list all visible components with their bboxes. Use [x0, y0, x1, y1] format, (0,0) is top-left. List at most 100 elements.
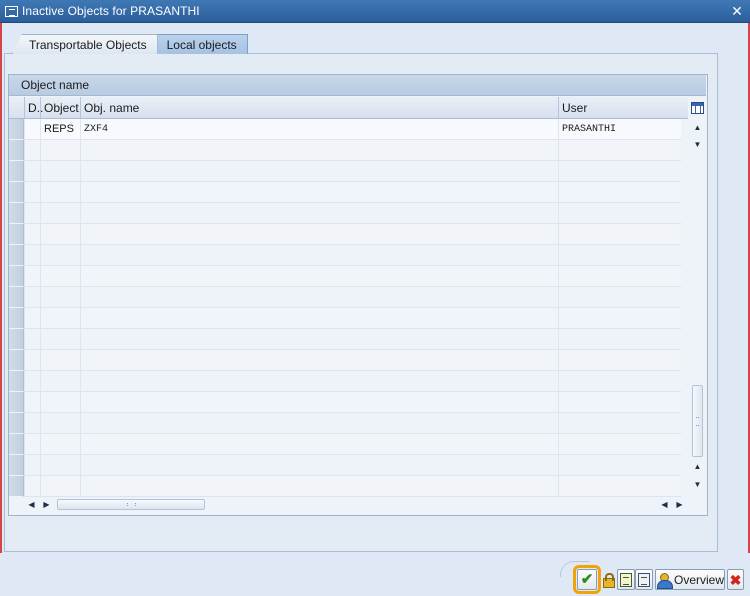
column-header-object[interactable]: Object	[40, 97, 80, 119]
table-cell	[558, 245, 681, 266]
table-cell	[558, 476, 681, 497]
cell-d	[24, 119, 40, 140]
checkmark-icon: ✔	[580, 571, 594, 588]
cell-object: REPS	[40, 119, 80, 140]
row-selector[interactable]	[9, 245, 24, 266]
table-cell	[40, 413, 80, 434]
table-cell	[24, 140, 40, 161]
table-row[interactable]	[9, 329, 681, 350]
document-list-icon	[638, 572, 650, 587]
table-cell	[558, 455, 681, 476]
scroll-right-arrow[interactable]: ▶	[39, 496, 54, 513]
overview-label: Overview	[673, 572, 724, 587]
row-selector[interactable]	[9, 371, 24, 392]
row-selector[interactable]	[9, 434, 24, 455]
window-title-bar: Inactive Objects for PRASANTHI ✕	[0, 0, 750, 23]
table-cell	[24, 329, 40, 350]
table-cell	[558, 140, 681, 161]
scroll-page-right-arrow[interactable]: ▶	[672, 496, 687, 513]
row-selector[interactable]	[9, 413, 24, 434]
table-cell	[40, 224, 80, 245]
close-icon[interactable]: ✕	[728, 2, 746, 20]
row-selector[interactable]	[9, 329, 24, 350]
tab-local-objects[interactable]: Local objects	[155, 34, 248, 54]
table-row[interactable]	[9, 245, 681, 266]
table-cell	[558, 308, 681, 329]
table-cell	[40, 371, 80, 392]
cell-obj-name: ZXF4	[80, 119, 558, 140]
column-header-d[interactable]: D..	[24, 97, 43, 119]
overview-button[interactable]: Overview	[655, 569, 725, 590]
table-cell	[80, 476, 558, 497]
table-row[interactable]	[9, 203, 681, 224]
table-row[interactable]	[9, 434, 681, 455]
table-cell	[80, 350, 558, 371]
table-cell	[558, 350, 681, 371]
horizontal-scroll-thumb[interactable]	[57, 499, 205, 510]
table-cell	[24, 266, 40, 287]
table-cell	[40, 434, 80, 455]
table-row[interactable]	[9, 413, 681, 434]
table-cell	[40, 392, 80, 413]
scroll-page-down-arrow[interactable]: ▼	[689, 476, 706, 493]
table-row[interactable]	[9, 392, 681, 413]
continue-button[interactable]: ✔	[573, 565, 601, 594]
row-selector[interactable]	[9, 140, 24, 161]
tab-transportable-objects[interactable]: Transportable Objects	[12, 34, 158, 54]
vertical-scroll-thumb[interactable]	[692, 385, 703, 457]
table-cell	[24, 203, 40, 224]
table-row[interactable]	[9, 140, 681, 161]
table-row[interactable]	[9, 287, 681, 308]
scroll-page-up-arrow[interactable]: ▲	[689, 458, 706, 475]
scroll-up-arrow[interactable]: ▲	[689, 119, 706, 136]
table-row[interactable]	[9, 371, 681, 392]
activate-button[interactable]	[617, 569, 635, 590]
table-cell	[80, 434, 558, 455]
table-row[interactable]: REPS ZXF4 PRASANTHI	[9, 119, 681, 140]
table-cell	[40, 140, 80, 161]
horizontal-scroll-track[interactable]	[57, 499, 654, 510]
select-all-header[interactable]	[9, 97, 24, 119]
row-selector[interactable]	[9, 119, 24, 140]
row-selector[interactable]	[9, 182, 24, 203]
row-selector[interactable]	[9, 476, 24, 497]
column-header-user[interactable]: User	[558, 97, 680, 119]
table-cell	[24, 434, 40, 455]
row-selector[interactable]	[9, 455, 24, 476]
table-cell	[24, 476, 40, 497]
horizontal-scrollbar[interactable]: ◀ ▶ ◀ ▶	[24, 496, 689, 513]
display-button[interactable]	[635, 569, 653, 590]
table-cell	[40, 350, 80, 371]
row-selector[interactable]	[9, 161, 24, 182]
vertical-scrollbar[interactable]: ▲ ▼ ▲ ▼	[689, 119, 706, 495]
table-cell	[24, 308, 40, 329]
row-selector[interactable]	[9, 224, 24, 245]
row-selector[interactable]	[9, 308, 24, 329]
scroll-down-arrow[interactable]: ▼	[689, 136, 706, 153]
lock-button[interactable]	[599, 569, 616, 590]
table-row[interactable]	[9, 455, 681, 476]
scroll-page-left-arrow[interactable]: ◀	[657, 496, 672, 513]
table-cell	[80, 161, 558, 182]
cancel-button[interactable]: ✖	[727, 569, 744, 590]
table-cell	[558, 413, 681, 434]
row-selector[interactable]	[9, 350, 24, 371]
table-row[interactable]	[9, 266, 681, 287]
table-cell	[24, 455, 40, 476]
row-selector[interactable]	[9, 203, 24, 224]
row-selector[interactable]	[9, 392, 24, 413]
table-row[interactable]	[9, 182, 681, 203]
table-row[interactable]	[9, 308, 681, 329]
table-cell	[80, 224, 558, 245]
table-cell	[80, 329, 558, 350]
column-header-obj-name[interactable]: Obj. name	[80, 97, 558, 119]
table-row[interactable]	[9, 350, 681, 371]
column-settings-button[interactable]	[689, 98, 706, 118]
scroll-left-arrow[interactable]: ◀	[24, 496, 39, 513]
table-row[interactable]	[9, 476, 681, 497]
table-cell	[80, 392, 558, 413]
table-row[interactable]	[9, 224, 681, 245]
table-row[interactable]	[9, 161, 681, 182]
row-selector[interactable]	[9, 287, 24, 308]
row-selector[interactable]	[9, 266, 24, 287]
